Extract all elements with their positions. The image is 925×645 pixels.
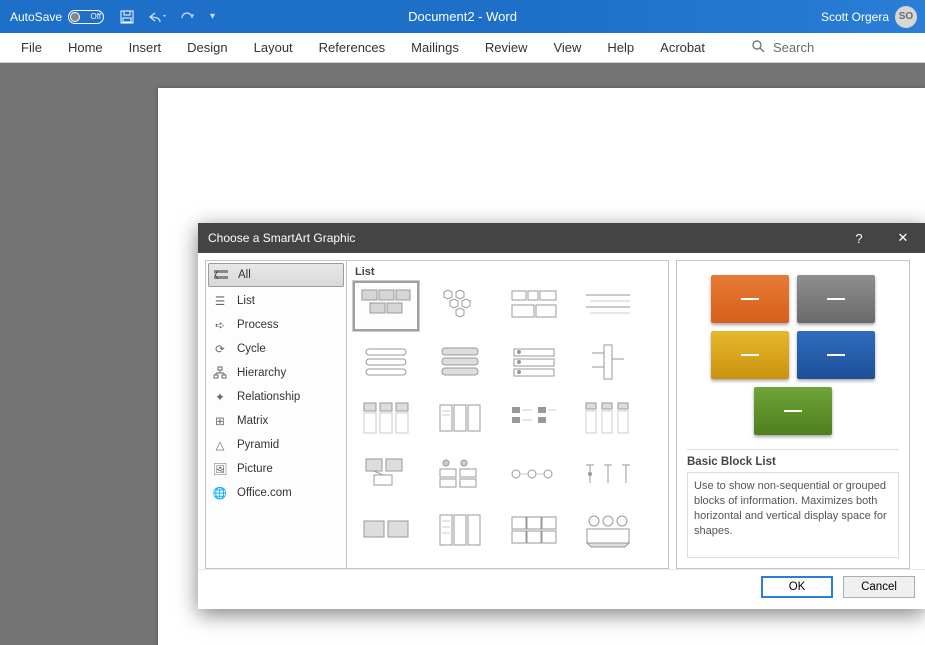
tab-insert[interactable]: Insert [116,33,175,62]
smartart-thumb[interactable] [427,505,493,555]
search-box[interactable]: Search [738,33,827,62]
smartart-grid[interactable]: List [347,260,669,569]
ok-button[interactable]: OK [761,576,833,598]
smartart-thumb[interactable] [353,393,419,443]
preview-block [711,275,789,323]
autosave-toggle[interactable]: AutoSave Off [10,10,104,24]
tab-view[interactable]: View [540,33,594,62]
smartart-thumb[interactable] [575,449,641,499]
smartart-thumb[interactable] [575,337,641,387]
smartart-thumb[interactable] [353,449,419,499]
smartart-thumb[interactable] [427,393,493,443]
smartart-thumb[interactable] [501,337,567,387]
dialog-footer: OK Cancel [198,569,925,603]
ribbon-tabs: File Home Insert Design Layout Reference… [0,33,925,63]
document-title: Document2 - Word [408,9,517,24]
all-icon [213,267,229,283]
tab-design[interactable]: Design [174,33,240,62]
close-icon[interactable]: ✕ [881,223,925,253]
list-icon: ☰ [212,293,228,309]
preview-title: Basic Block List [687,449,899,468]
picture-icon: 🖼 [212,461,228,477]
smartart-dialog: Choose a SmartArt Graphic ? ✕ All ☰List … [198,223,925,609]
smartart-thumb[interactable] [427,337,493,387]
tab-home[interactable]: Home [55,33,116,62]
tab-mailings[interactable]: Mailings [398,33,472,62]
tab-layout[interactable]: Layout [241,33,306,62]
smartart-thumb[interactable] [501,393,567,443]
tab-acrobat[interactable]: Acrobat [647,33,718,62]
preview-block [754,387,832,435]
category-cycle[interactable]: ⟳Cycle [206,337,346,361]
smartart-thumb[interactable] [501,505,567,555]
matrix-icon: ⊞ [212,413,228,429]
document-area: Choose a SmartArt Graphic ? ✕ All ☰List … [0,63,925,645]
search-placeholder: Search [773,40,814,55]
smartart-thumb[interactable] [501,281,567,331]
preview-graphic [687,275,899,435]
preview-pane: Basic Block List Use to show non-sequent… [676,260,910,569]
category-list: All ☰List ➪Process ⟳Cycle Hierarchy ✦Rel… [205,260,347,569]
smartart-thumb[interactable] [427,449,493,499]
tab-review[interactable]: Review [472,33,541,62]
category-label: All [238,269,251,281]
help-icon[interactable]: ? [837,223,881,253]
smartart-thumb[interactable] [575,281,641,331]
preview-block [797,331,875,379]
cycle-icon: ⟳ [212,341,228,357]
dialog-title: Choose a SmartArt Graphic [208,231,355,245]
user-area[interactable]: Scott Orgera SO [821,6,917,28]
smartart-thumb[interactable] [427,281,493,331]
category-relationship[interactable]: ✦Relationship [206,385,346,409]
pyramid-icon: △ [212,437,228,453]
hierarchy-icon [212,365,228,381]
category-picture[interactable]: 🖼Picture [206,457,346,481]
smartart-thumb[interactable] [353,337,419,387]
user-name: Scott Orgera [821,10,889,24]
user-avatar: SO [895,6,917,28]
smartart-thumb[interactable] [353,281,419,331]
smartart-thumb[interactable] [501,449,567,499]
smartart-thumb[interactable] [575,393,641,443]
relationship-icon: ✦ [212,389,228,405]
customize-qat-icon[interactable]: ▾ [210,10,215,24]
tab-help[interactable]: Help [594,33,647,62]
category-all[interactable]: All [208,263,344,287]
smartart-thumb[interactable] [353,505,419,555]
preview-block [797,275,875,323]
redo-icon[interactable] [180,10,196,24]
process-icon: ➪ [212,317,228,333]
tab-references[interactable]: References [306,33,398,62]
search-icon [751,39,765,56]
category-matrix[interactable]: ⊞Matrix [206,409,346,433]
tab-file[interactable]: File [8,33,55,62]
autosave-label: AutoSave [10,10,62,24]
quick-access-toolbar: ▾ [120,10,215,24]
dialog-titlebar[interactable]: Choose a SmartArt Graphic ? ✕ [198,223,925,253]
preview-description: Use to show non-sequential or grouped bl… [687,472,899,558]
autosave-switch[interactable]: Off [68,10,104,24]
cancel-button[interactable]: Cancel [843,576,915,598]
globe-icon: 🌐 [212,485,228,501]
category-officecom[interactable]: 🌐Office.com [206,481,346,505]
category-process[interactable]: ➪Process [206,313,346,337]
undo-icon[interactable] [148,10,166,24]
smartart-thumb[interactable] [575,505,641,555]
category-pyramid[interactable]: △Pyramid [206,433,346,457]
preview-block [711,331,789,379]
category-list-item[interactable]: ☰List [206,289,346,313]
category-hierarchy[interactable]: Hierarchy [206,361,346,385]
grid-heading: List [347,261,668,281]
title-bar: AutoSave Off ▾ Document2 - Word Scott Or… [0,0,925,33]
save-icon[interactable] [120,10,134,24]
